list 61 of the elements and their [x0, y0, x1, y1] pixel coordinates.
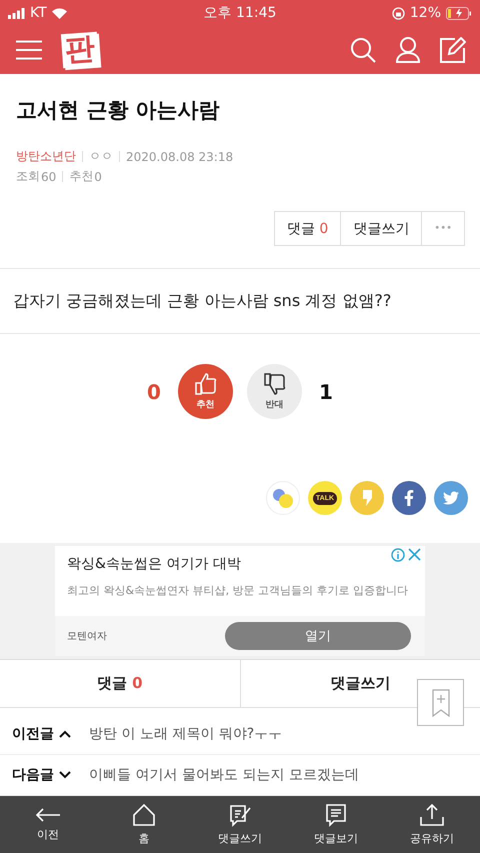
toolbar-button[interactable]: 이전 [0, 796, 96, 853]
user-icon[interactable] [396, 37, 420, 63]
kakaostory-button[interactable] [350, 481, 384, 516]
recommend-label: 추천 [69, 168, 94, 185]
search-icon[interactable] [350, 37, 376, 63]
ad-description: 최고의 왁싱&속눈썹연자 뷰티샵, 방문 고객님들의 후기로 입증합니다 [67, 583, 410, 598]
write-comment-button[interactable]: 댓글쓰기 [340, 211, 422, 246]
signal-icon [8, 8, 25, 18]
nav-post-label[interactable]: 이전글 [12, 725, 71, 743]
rotation-lock-icon [392, 6, 405, 20]
toolbar-button[interactable]: 댓글보기 [288, 796, 384, 853]
facebook-button[interactable] [392, 481, 426, 516]
thumbs-down-icon [262, 372, 286, 396]
edit-icon[interactable] [440, 37, 466, 63]
home-icon [132, 803, 156, 827]
close-icon[interactable] [408, 548, 421, 562]
downvote-count: 1 [318, 380, 334, 404]
views-label: 조회 [16, 168, 40, 185]
toolbar-button[interactable]: 홈 [96, 796, 192, 853]
chevron-up-icon [59, 730, 71, 738]
comment-write-icon [228, 803, 252, 827]
recommend-count: 0 [94, 170, 102, 184]
post-body: 갑자기 궁금해졌는데 근황 아는사람 sns 계정 없앰?? [0, 269, 480, 334]
menu-icon[interactable] [16, 40, 42, 60]
comments-button[interactable]: 댓글 0 [274, 211, 342, 246]
post-date: 2020.08.08 23:18 [126, 150, 234, 164]
bookmark-button[interactable] [417, 679, 464, 726]
ad-card[interactable]: 왁싱&속눈썹은 여기가 대박 최고의 왁싱&속눈썹연자 뷰티샵, 방문 고객님들의 후기로 입증합니다 모텐여자 열기 [55, 546, 425, 656]
views-count: 60 [41, 170, 56, 184]
logo[interactable]: 판 [60, 32, 100, 68]
upvote-button[interactable]: 추천 [178, 364, 233, 420]
advertiser-name: 모텐여자 [67, 630, 107, 644]
toolbar-button[interactable]: 공유하기 [384, 796, 480, 853]
upvote-count: 0 [146, 380, 162, 404]
author-name: ㅇㅇ [89, 148, 113, 165]
info-icon[interactable] [391, 548, 405, 562]
comment-icon [324, 803, 348, 827]
quote-mark-icon [361, 489, 373, 508]
bookmark-add-icon [432, 688, 450, 717]
bird-icon [443, 490, 459, 506]
nav-post-title[interactable]: 이삐들 여기서 물어봐도 되는지 모르겠는데 [89, 766, 359, 784]
downvote-button[interactable]: 반대 [247, 364, 302, 420]
wifi-icon [52, 8, 67, 18]
carrier-label: KT [30, 5, 47, 21]
post-title: 고서현 근황 아는사람 [15, 97, 221, 124]
nav-post-label[interactable]: 다음글 [12, 766, 71, 784]
status-time: 오후 11:45 [204, 4, 276, 22]
share-icon [419, 803, 445, 827]
back-arrow-icon [35, 807, 61, 823]
share-dots-button[interactable] [266, 481, 300, 516]
battery-percent: 12% [410, 5, 442, 21]
open-button[interactable]: 열기 [225, 622, 411, 650]
thumbs-up-icon [194, 372, 218, 396]
twitter-button[interactable] [434, 481, 468, 516]
battery-icon [446, 6, 472, 20]
nav-post-title[interactable]: 방탄 이 노래 제목이 뭐야?ㅜㅜ [89, 725, 282, 743]
chevron-down-icon [59, 771, 71, 779]
chat-dots-icon [271, 487, 295, 510]
ad-title: 왁싱&속눈썹은 여기가 대박 [67, 555, 242, 574]
board-link[interactable]: 방탄소년단 [16, 148, 76, 165]
toolbar-button[interactable]: 댓글쓰기 [192, 796, 288, 853]
